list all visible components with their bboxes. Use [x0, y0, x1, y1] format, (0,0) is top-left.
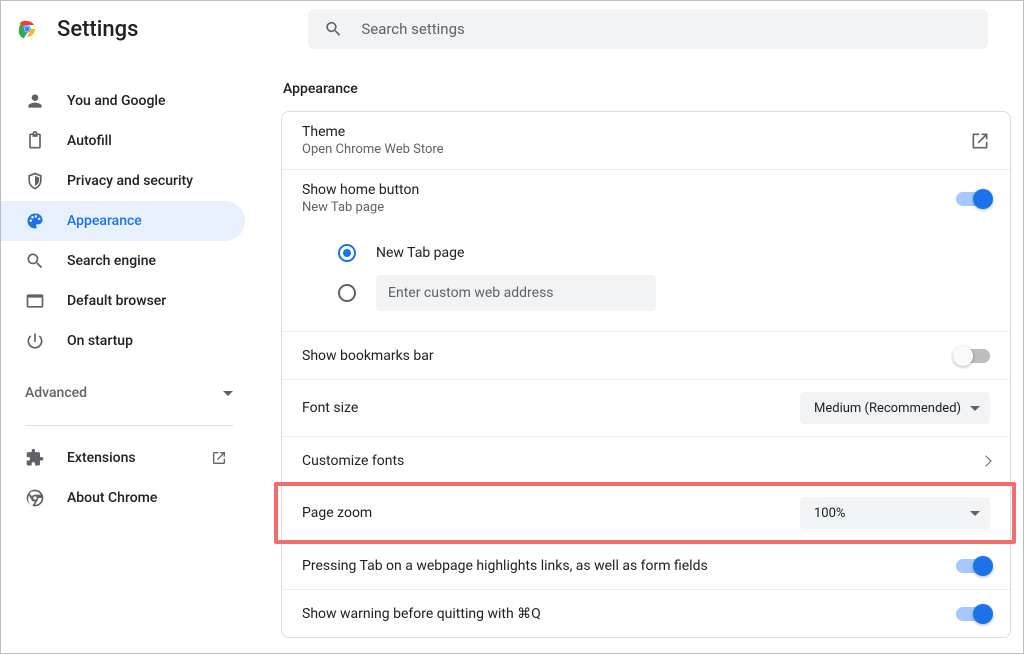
dropdown-value: 100% — [814, 506, 845, 521]
row-quit-warning: Show warning before quitting with ⌘Q — [282, 589, 1010, 637]
sidebar-item-about[interactable]: About Chrome — [1, 478, 245, 518]
chevron-right-icon — [980, 455, 991, 466]
row-customize-fonts[interactable]: Customize fonts — [282, 436, 1010, 484]
row-theme[interactable]: Theme Open Chrome Web Store — [282, 112, 1010, 169]
sidebar-item-label: Privacy and security — [67, 173, 193, 189]
search-icon — [25, 251, 45, 271]
dropdown-font-size[interactable]: Medium (Recommended) — [800, 392, 990, 424]
sidebar-item-label: On startup — [67, 333, 133, 349]
row-tab-highlights: Pressing Tab on a webpage highlights lin… — [282, 541, 1010, 589]
sidebar-item-you-and-google[interactable]: You and Google — [1, 81, 245, 121]
row-title: Theme — [302, 124, 444, 140]
toggle-tab-highlights[interactable] — [956, 559, 990, 573]
row-bookmarks-bar: Show bookmarks bar — [282, 331, 1010, 379]
radio-label: New Tab page — [376, 245, 464, 261]
sidebar: You and Google Autofill Privacy and secu… — [1, 57, 257, 655]
radio-icon — [338, 284, 356, 302]
row-title: Show home button — [302, 182, 419, 198]
advanced-label: Advanced — [25, 385, 87, 401]
chrome-outline-icon — [25, 488, 45, 508]
page-title: Settings — [57, 17, 138, 42]
sidebar-item-autofill[interactable]: Autofill — [1, 121, 245, 161]
sidebar-item-label: Default browser — [67, 293, 166, 309]
search-icon — [324, 19, 343, 39]
sidebar-item-default-browser[interactable]: Default browser — [1, 281, 245, 321]
row-title: Show warning before quitting with ⌘Q — [302, 606, 541, 622]
sidebar-item-label: Search engine — [67, 253, 156, 269]
dropdown-value: Medium (Recommended) — [814, 401, 961, 416]
custom-url-input[interactable] — [376, 275, 656, 311]
main-content: Appearance Theme Open Chrome Web Store S… — [257, 57, 1023, 655]
sidebar-item-label: Appearance — [67, 213, 142, 229]
row-title: Customize fonts — [302, 453, 404, 469]
open-external-icon — [211, 450, 227, 466]
open-external-icon — [970, 131, 990, 151]
search-settings[interactable] — [308, 9, 988, 49]
toggle-home-button[interactable] — [956, 192, 990, 206]
sidebar-item-label: Extensions — [67, 450, 136, 466]
radio-new-tab[interactable]: New Tab page — [338, 233, 990, 273]
section-title-appearance: Appearance — [283, 81, 1011, 97]
palette-icon — [25, 211, 45, 231]
toggle-bookmarks-bar[interactable] — [956, 349, 990, 363]
sidebar-item-label: About Chrome — [67, 490, 157, 506]
shield-icon — [25, 171, 45, 191]
radio-custom-url[interactable] — [338, 273, 990, 313]
row-subtitle: Open Chrome Web Store — [302, 142, 444, 157]
radio-icon — [338, 244, 356, 262]
sidebar-item-privacy[interactable]: Privacy and security — [1, 161, 245, 201]
extension-icon — [25, 448, 45, 468]
sidebar-item-search-engine[interactable]: Search engine — [1, 241, 245, 281]
toggle-quit-warning[interactable] — [956, 607, 990, 621]
appearance-card: Theme Open Chrome Web Store Show home bu… — [281, 111, 1011, 638]
sidebar-item-extensions[interactable]: Extensions — [1, 438, 245, 478]
row-home-button: Show home button New Tab page — [282, 169, 1010, 227]
sidebar-item-appearance[interactable]: Appearance — [1, 201, 245, 241]
row-title: Show bookmarks bar — [302, 348, 434, 364]
sidebar-item-label: Autofill — [67, 133, 112, 149]
row-title: Font size — [302, 400, 358, 416]
person-icon — [25, 91, 45, 111]
row-title: Pressing Tab on a webpage highlights lin… — [302, 558, 708, 574]
search-input[interactable] — [359, 19, 972, 39]
row-title: Page zoom — [302, 505, 372, 521]
row-subtitle: New Tab page — [302, 200, 419, 215]
dropdown-page-zoom[interactable]: 100% — [800, 497, 990, 529]
home-button-options: New Tab page — [282, 227, 1010, 331]
chrome-logo-icon — [15, 17, 39, 41]
power-icon — [25, 331, 45, 351]
sidebar-item-label: You and Google — [67, 93, 165, 109]
row-page-zoom: Page zoom 100% — [282, 484, 1010, 541]
row-font-size: Font size Medium (Recommended) — [282, 379, 1010, 436]
sidebar-advanced-toggle[interactable]: Advanced — [1, 373, 257, 413]
sidebar-item-on-startup[interactable]: On startup — [1, 321, 245, 361]
chevron-down-icon — [970, 511, 980, 516]
clipboard-icon — [25, 131, 45, 151]
browser-icon — [25, 291, 45, 311]
chevron-down-icon — [223, 391, 233, 396]
app-header: Settings — [1, 1, 1023, 57]
sidebar-divider — [25, 425, 233, 426]
chevron-down-icon — [970, 406, 980, 411]
